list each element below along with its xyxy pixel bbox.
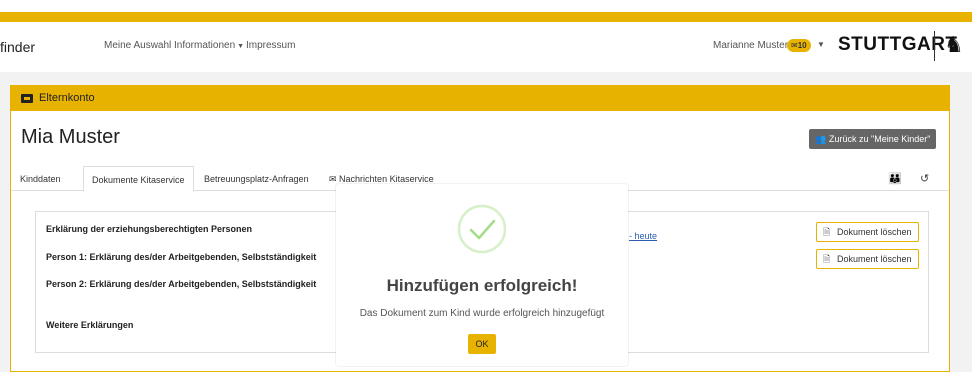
- message-count-badge[interactable]: ✉10: [787, 39, 811, 52]
- panel-heading-label: Elternkonto: [39, 92, 95, 104]
- tab-nachrichten-label: Nachrichten Kitaservice: [339, 174, 434, 184]
- document-row-label: Erklärung der erziehungsberechtigten Per…: [46, 224, 253, 234]
- document-row-label: Weitere Erklärungen: [46, 320, 134, 330]
- user-name[interactable]: Marianne Muster: [713, 40, 788, 51]
- modal-text: Das Dokument zum Kind wurde erfolgreich …: [359, 308, 605, 319]
- file-delete-icon: 🗎: [823, 227, 831, 237]
- tab-betreuungsplatz-anfragen[interactable]: Betreuungsplatz-Anfragen: [204, 174, 309, 184]
- stuttgart-logo: STUTTGART: [838, 34, 958, 55]
- nav-informationen[interactable]: Informationen ▼: [174, 40, 244, 51]
- document-row-label: Person 1: Erklärung des/der Arbeitgebend…: [46, 252, 317, 262]
- nav-meine-auswahl[interactable]: Meine Auswahl: [104, 40, 171, 51]
- nav-impressum[interactable]: Impressum: [246, 40, 295, 51]
- document-date-link[interactable]: - heute: [629, 231, 657, 241]
- id-card-icon: [21, 94, 33, 103]
- back-button-label: Zurück zu "Meine Kinder": [829, 134, 931, 144]
- success-check-icon: [457, 204, 507, 254]
- logo-divider: [934, 31, 935, 61]
- users-icon: 👥: [815, 134, 827, 144]
- back-to-children-button[interactable]: 👥 Zurück zu "Meine Kinder": [809, 129, 937, 149]
- delete-button-label: Dokument löschen: [837, 227, 912, 237]
- file-delete-icon: 🗎: [823, 254, 831, 264]
- tab-kinddaten[interactable]: Kinddaten: [20, 174, 61, 184]
- history-icon[interactable]: ↺: [920, 172, 929, 185]
- brand-name[interactable]: finder: [0, 39, 35, 55]
- envelope-icon: ✉: [329, 174, 340, 184]
- chevron-down-icon: ▼: [237, 43, 245, 50]
- user-menu-chevron-icon[interactable]: ▼: [817, 40, 825, 49]
- delete-button-label: Dokument löschen: [837, 254, 912, 264]
- document-row-label: Person 2: Erklärung des/der Arbeitgebend…: [46, 279, 317, 289]
- modal-title: Hinzufügen erfolgreich!: [386, 276, 578, 295]
- top-accent-bar: [0, 12, 972, 22]
- delete-document-button[interactable]: 🗎 Dokument löschen: [816, 249, 919, 269]
- panel-heading: Elternkonto: [11, 86, 949, 111]
- nav-informationen-label: Informationen: [174, 40, 236, 51]
- delete-document-button[interactable]: 🗎 Dokument löschen: [816, 222, 919, 242]
- tab-dokumente-kitaservice[interactable]: Dokumente Kitaservice: [83, 166, 194, 192]
- page-title: Mia Muster: [21, 126, 120, 148]
- navbar: finder Meine Auswahl Informationen ▼ Impr…: [0, 22, 972, 72]
- top-stripe: [0, 0, 972, 12]
- horse-logo-icon: ♞: [944, 32, 964, 57]
- message-count: 10: [797, 41, 807, 50]
- family-icon[interactable]: 👪: [888, 172, 902, 185]
- success-modal: Hinzufügen erfolgreich! Das Dokument zum…: [336, 184, 628, 366]
- ok-button[interactable]: OK: [468, 334, 496, 354]
